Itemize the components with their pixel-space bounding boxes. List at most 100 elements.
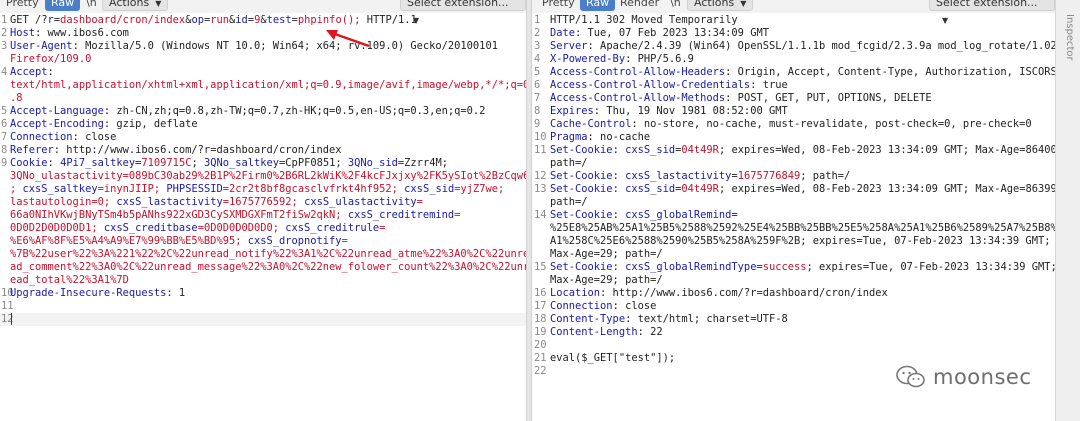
line-text: Set-Cookie: cxsS_globalRemind= <box>550 209 738 221</box>
chevron-down-icon: ▼ <box>740 0 747 8</box>
line-number: 10 <box>1 287 14 299</box>
line-number: 5 <box>534 66 541 78</box>
response-actions-label: Actions <box>694 0 735 9</box>
line-number: 17 <box>534 300 547 312</box>
wechat-icon <box>896 365 925 388</box>
line-text: Accept-Language: zh-CN,zh;q=0.8,zh-TW;q=… <box>10 105 486 117</box>
line-text: Content-Type: text/html; charset=UTF-8 <box>550 313 788 325</box>
line-number <box>0 196 10 209</box>
line-number: 22 <box>534 365 547 377</box>
line-number: 14 <box>534 209 547 221</box>
request-actions-label: Actions <box>109 0 150 9</box>
request-select-extension-label: Select extension... <box>407 0 509 9</box>
request-line: 2 Host: www.ibos6.com <box>0 27 526 40</box>
line-text: Referer: http://www.ibos6.com/?r=dashboa… <box>10 144 342 156</box>
response-select-extension-label: Select extension... <box>936 0 1038 9</box>
request-line: text/html,application/xhtml+xml,applicat… <box>0 79 526 92</box>
line-text: Cookie: 4Pi7_saltkey=7109715C; 3QNo_salt… <box>10 157 448 169</box>
request-line: ; cxsS_saltkey=inynJIIP; PHPSESSID=2cr2t… <box>0 183 526 196</box>
line-number: 1 <box>534 14 541 26</box>
line-number <box>0 183 10 196</box>
line-number: 2 <box>1 27 8 39</box>
line-number: 13 <box>534 183 547 195</box>
line-number <box>0 274 10 287</box>
chevron-down-icon: ▼ <box>155 0 162 8</box>
request-editor[interactable]: 1 GET /?r=dashboard/cron/index&op=run&id=… <box>0 14 526 421</box>
line-number <box>0 261 10 274</box>
response-line: 20 <box>532 339 1055 352</box>
response-editor[interactable]: 1 HTTP/1.1 302 Moved Temporarily 2 Date: Tu… <box>532 14 1055 421</box>
inspector-sidebar[interactable]: Inspector <box>1055 0 1080 421</box>
line-number: 11 <box>534 144 547 156</box>
line-number <box>532 222 550 235</box>
line-text: Max-Age=29; path=/ <box>550 274 663 286</box>
response-line: 17 Connection: close <box>532 300 1055 313</box>
line-text: ead_total%22%3A1%7D <box>10 274 129 286</box>
request-line: 1 GET /?r=dashboard/cron/index&op=run&id=… <box>0 14 526 27</box>
line-number <box>0 79 10 92</box>
response-tab-newline[interactable]: \n <box>664 0 687 11</box>
response-actions-menu[interactable]: Actions ▼ <box>687 0 754 11</box>
request-line: %7B%22user%22%3A%221%22%2C%22unread_noti… <box>0 248 526 261</box>
line-number: 2 <box>534 27 541 39</box>
response-line: A1%258C%25E6%2588%2590%25B5%258A%259F%2B… <box>532 235 1055 248</box>
response-line: 9 Cache-Control: no-store, no-cache, must… <box>532 118 1055 131</box>
inspector-label: Inspector <box>1064 14 1075 61</box>
line-number: 15 <box>534 261 547 273</box>
response-line: path=/ <box>532 196 1055 209</box>
response-select-extension[interactable]: Select extension...▼ <box>929 0 1055 25</box>
request-line: 8 Referer: http://www.ibos6.com/?r=dashbo… <box>0 144 526 157</box>
line-text: Access-Control-Allow-Methods: POST, GET,… <box>550 92 932 104</box>
response-line: 3 Server: Apache/2.4.39 (Win64) OpenSSL/1… <box>532 40 1055 53</box>
response-line: 12 Set-Cookie: cxsS_lastactivity=16757768… <box>532 170 1055 183</box>
request-tab-pretty[interactable]: Pretty <box>0 0 45 11</box>
line-text: User-Agent: Mozilla/5.0 (Windows NT 10.0… <box>10 40 498 52</box>
response-line: 1 HTTP/1.1 302 Moved Temporarily <box>532 14 1055 27</box>
request-select-extension[interactable]: Select extension...▼ <box>400 0 526 25</box>
watermark-text: moonsec <box>933 365 1032 389</box>
request-line: ead_total%22%3A1%7D <box>0 274 526 287</box>
request-line: 11 <box>0 300 526 313</box>
line-number: 12 <box>1 313 14 325</box>
line-text: Accept-Encoding: gzip, deflate <box>10 118 198 130</box>
request-tab-newline[interactable]: \n <box>80 0 103 11</box>
text-cursor <box>11 313 12 325</box>
line-number <box>532 157 550 170</box>
response-line: 14 Set-Cookie: cxsS_globalRemind= <box>532 209 1055 222</box>
line-number: 5 <box>1 105 8 117</box>
line-text: %25E8%25AB%25A1%25B5%2588%2592%25E4%25BB… <box>550 222 1055 234</box>
response-tab-pretty[interactable]: Pretty <box>536 0 581 11</box>
request-line: %E6%AF%8F%E5%A4%A9%E7%99%BB%E5%BD%95; cx… <box>0 235 526 248</box>
response-line: path=/ <box>532 157 1055 170</box>
line-number: 1 <box>1 14 8 26</box>
line-text: Host: www.ibos6.com <box>10 27 129 39</box>
line-text: Set-Cookie: cxsS_sid=04t49R; expires=Wed… <box>550 183 1055 195</box>
response-tab-raw[interactable]: Raw <box>580 0 616 11</box>
line-text: %7B%22user%22%3A%221%22%2C%22unread_noti… <box>10 248 526 260</box>
response-line: 2 Date: Tue, 07 Feb 2023 13:34:09 GMT <box>532 27 1055 40</box>
request-tab-raw[interactable]: Raw <box>45 0 81 11</box>
response-line: Max-Age=29; path=/ <box>532 274 1055 287</box>
line-text: Firefox/109.0 <box>10 53 92 65</box>
response-line: 11 Set-Cookie: cxsS_sid=04t49R; expires=W… <box>532 144 1055 157</box>
request-actions-menu[interactable]: Actions ▼ <box>102 0 169 11</box>
request-line: 9 Cookie: 4Pi7_saltkey=7109715C; 3QNo_sal… <box>0 157 526 170</box>
line-number <box>532 196 550 209</box>
line-text: ; cxsS_saltkey=inynJIIP; PHPSESSID=2cr2t… <box>10 183 505 195</box>
line-text: X-Powered-By: PHP/5.6.9 <box>550 53 694 65</box>
line-number: 19 <box>534 326 547 338</box>
line-text: Set-Cookie: cxsS_globalRemindType=succes… <box>550 261 1055 273</box>
request-line: 12 <box>0 313 526 326</box>
line-text: Pragma: no-cache <box>550 131 651 143</box>
response-tab-render[interactable]: Render <box>614 0 665 11</box>
line-text: %E6%AF%8F%E5%A4%A9%E7%99%BB%E5%BD%95; cx… <box>10 235 348 247</box>
request-toolbar: Pretty Raw \n Actions ▼ Select extension.… <box>0 0 526 25</box>
line-number: 4 <box>1 66 8 78</box>
response-line: 13 Set-Cookie: cxsS_sid=04t49R; expires=W… <box>532 183 1055 196</box>
response-line: 10 Pragma: no-cache <box>532 131 1055 144</box>
red-arrow-annotation <box>326 30 370 48</box>
line-text: .8 <box>10 92 23 104</box>
response-line: 8 Expires: Thu, 19 Nov 1981 08:52:00 GMT <box>532 105 1055 118</box>
request-line: 6 Accept-Encoding: gzip, deflate <box>0 118 526 131</box>
line-number <box>0 209 10 222</box>
